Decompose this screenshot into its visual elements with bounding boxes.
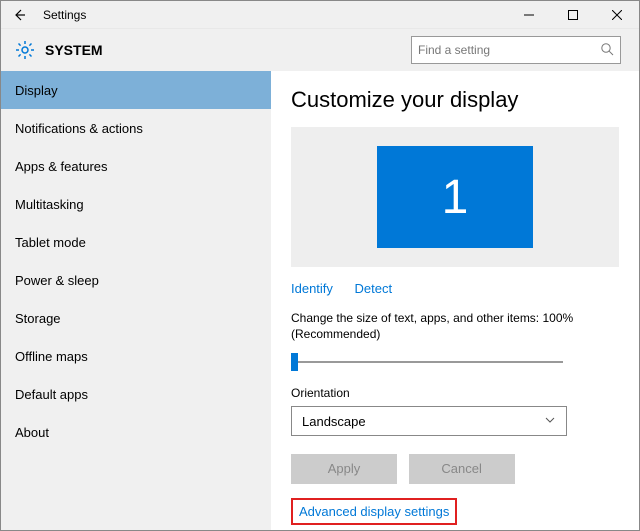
close-button[interactable] <box>595 1 639 29</box>
scale-slider[interactable] <box>291 352 563 372</box>
sidebar-item-offline-maps[interactable]: Offline maps <box>1 337 271 375</box>
chevron-down-icon <box>544 414 556 429</box>
minimize-button[interactable] <box>507 1 551 29</box>
slider-thumb[interactable] <box>291 353 298 371</box>
slider-track <box>291 361 563 363</box>
apply-button[interactable]: Apply <box>291 454 397 484</box>
header: SYSTEM Find a setting <box>1 29 639 71</box>
advanced-display-link[interactable]: Advanced display settings <box>299 504 449 519</box>
sidebar-item-display[interactable]: Display <box>1 71 271 109</box>
sidebar-item-multitasking[interactable]: Multitasking <box>1 185 271 223</box>
maximize-button[interactable] <box>551 1 595 29</box>
monitor-tile-1[interactable]: 1 <box>377 146 533 248</box>
advanced-highlight: Advanced display settings <box>291 498 457 525</box>
window-title: Settings <box>31 8 507 22</box>
sidebar-item-tablet[interactable]: Tablet mode <box>1 223 271 261</box>
sidebar-item-default-apps[interactable]: Default apps <box>1 375 271 413</box>
detect-link[interactable]: Detect <box>355 281 393 296</box>
titlebar: Settings <box>1 1 639 29</box>
search-placeholder: Find a setting <box>418 43 600 57</box>
content-pane: Customize your display 1 Identify Detect… <box>271 71 639 530</box>
orientation-value: Landscape <box>302 414 366 429</box>
back-button[interactable] <box>7 3 31 27</box>
display-arrangement[interactable]: 1 <box>291 127 619 267</box>
search-icon <box>600 42 614 59</box>
search-input[interactable]: Find a setting <box>411 36 621 64</box>
window-controls <box>507 1 639 29</box>
cancel-button[interactable]: Cancel <box>409 454 515 484</box>
orientation-label: Orientation <box>291 386 619 400</box>
scale-label: Change the size of text, apps, and other… <box>291 310 619 342</box>
sidebar-item-apps[interactable]: Apps & features <box>1 147 271 185</box>
sidebar-item-notifications[interactable]: Notifications & actions <box>1 109 271 147</box>
identify-link[interactable]: Identify <box>291 281 333 296</box>
sidebar-item-power[interactable]: Power & sleep <box>1 261 271 299</box>
sidebar: Display Notifications & actions Apps & f… <box>1 71 271 530</box>
display-actions: Identify Detect <box>291 281 619 296</box>
section-title: SYSTEM <box>35 42 411 58</box>
sidebar-item-storage[interactable]: Storage <box>1 299 271 337</box>
gear-icon <box>15 40 35 60</box>
button-row: Apply Cancel <box>291 454 619 484</box>
orientation-select[interactable]: Landscape <box>291 406 567 436</box>
page-title: Customize your display <box>291 87 619 113</box>
sidebar-item-about[interactable]: About <box>1 413 271 451</box>
